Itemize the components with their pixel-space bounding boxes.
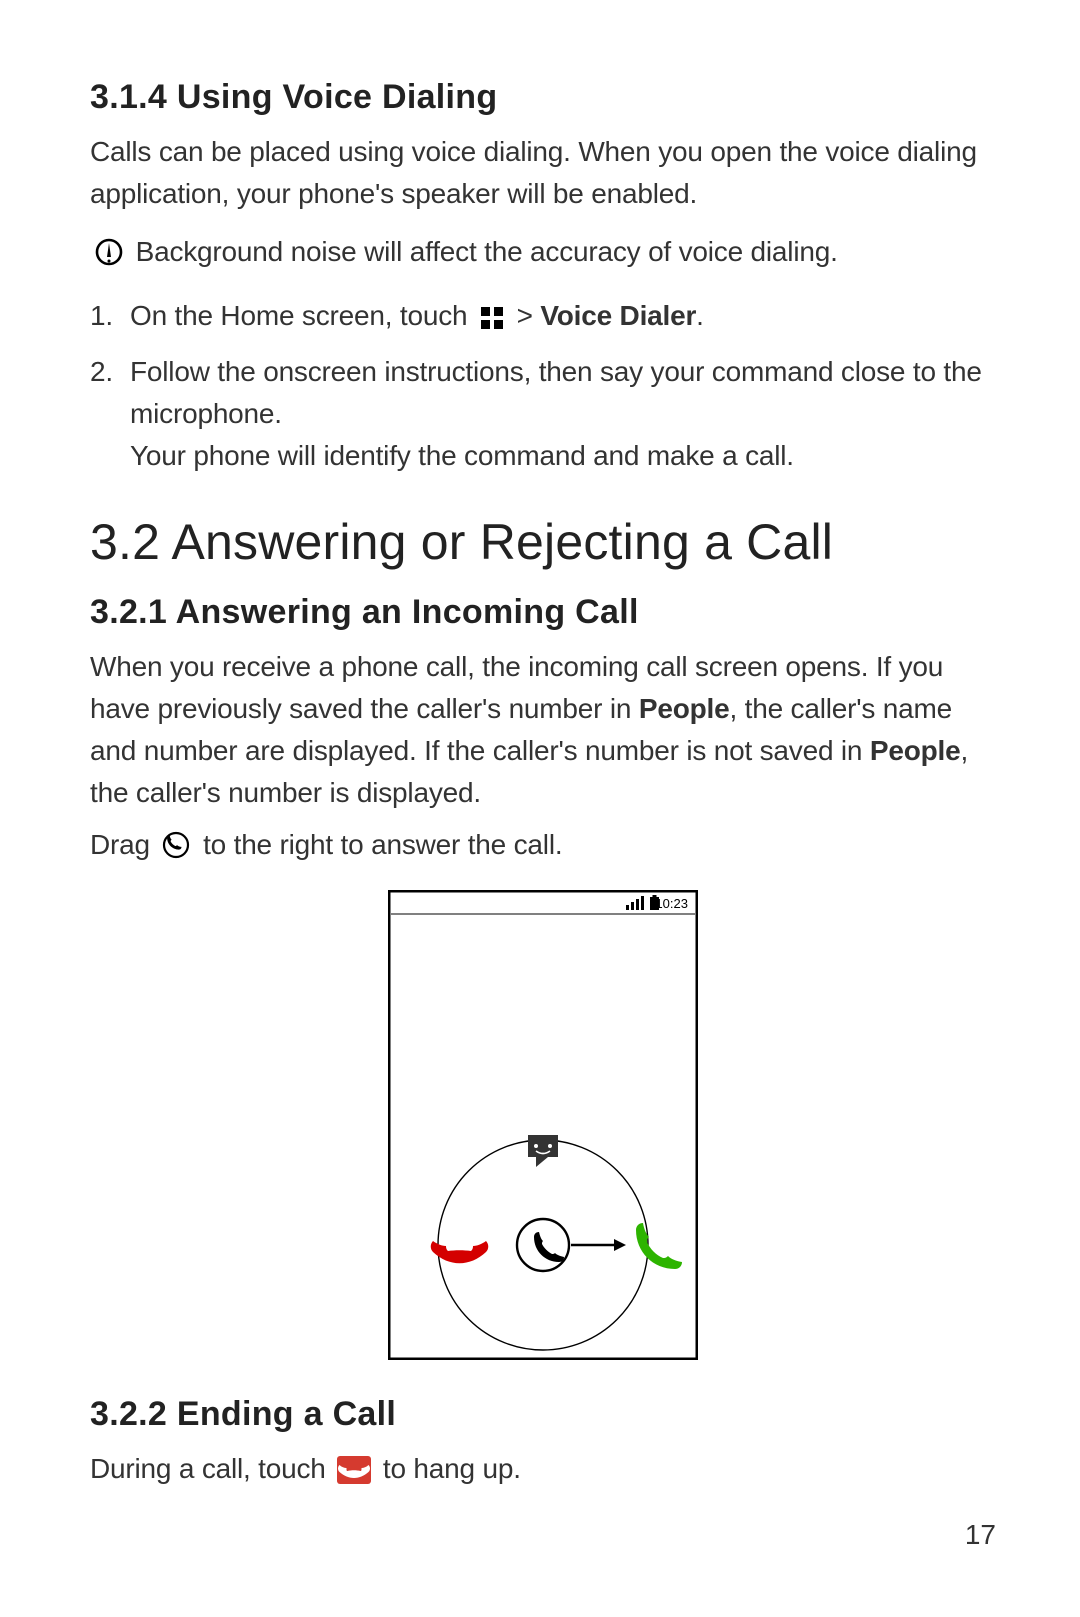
phone-handle-icon <box>161 830 191 872</box>
text: During a call, touch <box>90 1453 326 1484</box>
step-number: 2. <box>90 351 113 393</box>
step-text: . <box>696 300 704 331</box>
drag-instruction: Drag to the right to answer the call. <box>90 824 996 872</box>
step-text: On the Home screen, touch <box>130 300 467 331</box>
heading-3-2-2: 3.2.2 Ending a Call <box>90 1395 996 1434</box>
apps-grid-icon <box>479 301 505 343</box>
paragraph: When you receive a phone call, the incom… <box>90 646 996 814</box>
step-1: 1. On the Home screen, touch > Voice Dia… <box>90 295 996 343</box>
text: to the right to answer the call. <box>203 829 562 860</box>
step-number: 1. <box>90 295 113 337</box>
bold-text: People <box>870 735 961 766</box>
bold-text: People <box>639 693 730 724</box>
paragraph: During a call, touch to hang up. <box>90 1448 996 1496</box>
hangup-icon <box>337 1454 371 1496</box>
heading-3-2: 3.2 Answering or Rejecting a Call <box>90 513 996 571</box>
text: to hang up. <box>383 1453 521 1484</box>
step-text: > <box>517 300 533 331</box>
step-text: Follow the onscreen instructions, then s… <box>130 356 982 429</box>
step-bold-text: Voice Dialer <box>540 300 696 331</box>
alert-icon <box>94 237 124 279</box>
paragraph: Calls can be placed using voice dialing.… <box>90 131 996 215</box>
note-row: Background noise will affect the accurac… <box>90 231 996 279</box>
step-2: 2. Follow the onscreen instructions, the… <box>90 351 996 477</box>
heading-3-2-1: 3.2.1 Answering an Incoming Call <box>90 593 996 632</box>
heading-3-1-4: 3.1.4 Using Voice Dialing <box>90 78 996 117</box>
text: Drag <box>90 829 150 860</box>
step-text: Your phone will identify the command and… <box>130 435 996 477</box>
incoming-call-figure: 10:23 <box>90 890 996 1365</box>
page-number: 17 <box>965 1519 996 1551</box>
ordered-steps: 1. On the Home screen, touch > Voice Dia… <box>90 295 996 477</box>
statusbar-time: 10:23 <box>655 896 688 911</box>
note-text: Background noise will affect the accurac… <box>136 236 838 267</box>
